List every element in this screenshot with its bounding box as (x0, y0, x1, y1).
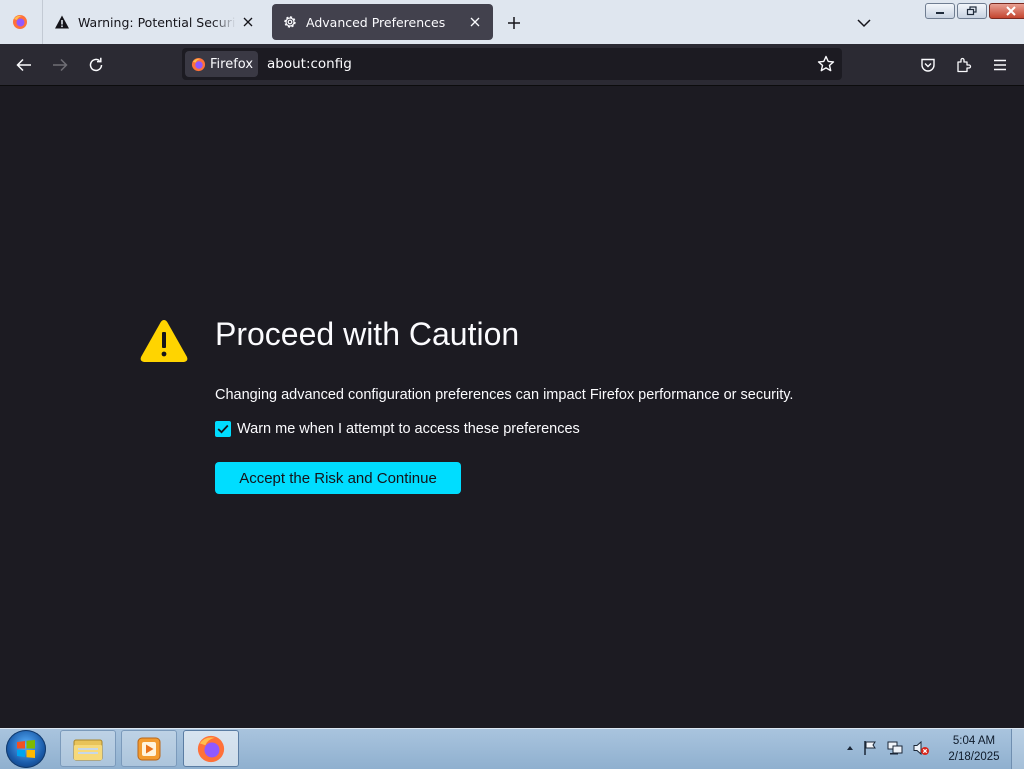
app-menu-button[interactable] (989, 54, 1011, 76)
warn-checkbox[interactable] (215, 421, 231, 437)
arrow-left-icon (16, 58, 31, 72)
close-tab-icon[interactable] (240, 14, 256, 30)
firefox-icon (191, 57, 206, 71)
firefox-view-button[interactable] (0, 0, 43, 44)
extensions-button[interactable] (953, 54, 975, 76)
tab-title: Warning: Potential Security Risk Ahead (78, 14, 236, 30)
volume-muted-icon[interactable] (912, 740, 930, 756)
firefox-icon (13, 15, 27, 29)
warn-checkbox-label[interactable]: Warn me when I attempt to access these p… (237, 421, 580, 437)
bookmark-star-button[interactable] (816, 54, 836, 74)
taskbar-file-explorer[interactable] (60, 730, 116, 767)
clock-date: 2/18/2025 (948, 751, 1000, 763)
taskbar-media-player[interactable] (121, 730, 177, 767)
clock-time: 5:04 AM (952, 735, 996, 747)
media-player-icon (137, 737, 161, 760)
back-button[interactable] (13, 54, 35, 76)
star-icon (817, 55, 835, 72)
tab-title: Advanced Preferences (306, 14, 446, 30)
identity-label: Firefox (210, 56, 254, 72)
plus-icon (508, 17, 520, 29)
network-icon[interactable] (886, 740, 904, 756)
restore-button[interactable] (957, 3, 987, 19)
pocket-icon (921, 58, 935, 72)
action-center-flag-icon[interactable] (862, 740, 878, 756)
minimize-button[interactable] (925, 3, 955, 19)
system-tray (846, 740, 930, 756)
puzzle-piece-icon (957, 57, 972, 73)
list-all-tabs-button[interactable] (853, 12, 875, 34)
close-icon (1006, 6, 1016, 16)
windows-logo-icon (17, 740, 35, 758)
accept-risk-button[interactable]: Accept the Risk and Continue (215, 462, 461, 494)
warning-icon (54, 14, 70, 30)
page-content: Proceed with Caution Changing advanced c… (0, 86, 1024, 728)
close-tab-icon[interactable] (467, 14, 483, 30)
taskbar: 5:04 AM 2/18/2025 (0, 728, 1024, 769)
tab-strip: Warning: Potential Security Risk Ahead A… (0, 0, 1024, 44)
reload-button[interactable] (85, 54, 107, 76)
minimize-icon (936, 12, 944, 14)
address-bar[interactable]: Firefox about:config (182, 48, 842, 80)
reload-icon (89, 57, 103, 72)
gear-icon (282, 14, 298, 30)
tab-security-warning[interactable]: Warning: Potential Security Risk Ahead (44, 4, 266, 40)
warning-description: Changing advanced configuration preferen… (215, 387, 794, 403)
firefox-icon (197, 735, 225, 762)
arrow-right-icon (53, 58, 68, 72)
close-window-button[interactable] (989, 3, 1024, 19)
window-controls (925, 3, 1024, 19)
warning-icon (140, 320, 188, 362)
warn-checkbox-row[interactable]: Warn me when I attempt to access these p… (215, 421, 580, 437)
forward-button[interactable] (49, 54, 71, 76)
hamburger-menu-icon (994, 59, 1006, 71)
navigation-toolbar: Firefox about:config (0, 44, 1024, 86)
page-title: Proceed with Caution (215, 316, 520, 352)
restore-icon (966, 6, 977, 16)
identity-box[interactable]: Firefox (185, 51, 258, 77)
url-input[interactable]: about:config (267, 56, 352, 72)
tab-advanced-preferences[interactable]: Advanced Preferences (272, 4, 493, 40)
file-explorer-icon (73, 739, 103, 760)
chevron-down-icon (857, 19, 871, 28)
show-hidden-icons-arrow[interactable] (846, 744, 854, 752)
taskbar-clock[interactable]: 5:04 AM 2/18/2025 (944, 733, 1004, 765)
start-button[interactable] (6, 730, 46, 768)
show-desktop-button[interactable] (1011, 729, 1024, 769)
taskbar-firefox[interactable] (183, 730, 239, 767)
checkmark-icon (217, 424, 229, 434)
new-tab-button[interactable] (503, 12, 525, 34)
pocket-button[interactable] (917, 54, 939, 76)
